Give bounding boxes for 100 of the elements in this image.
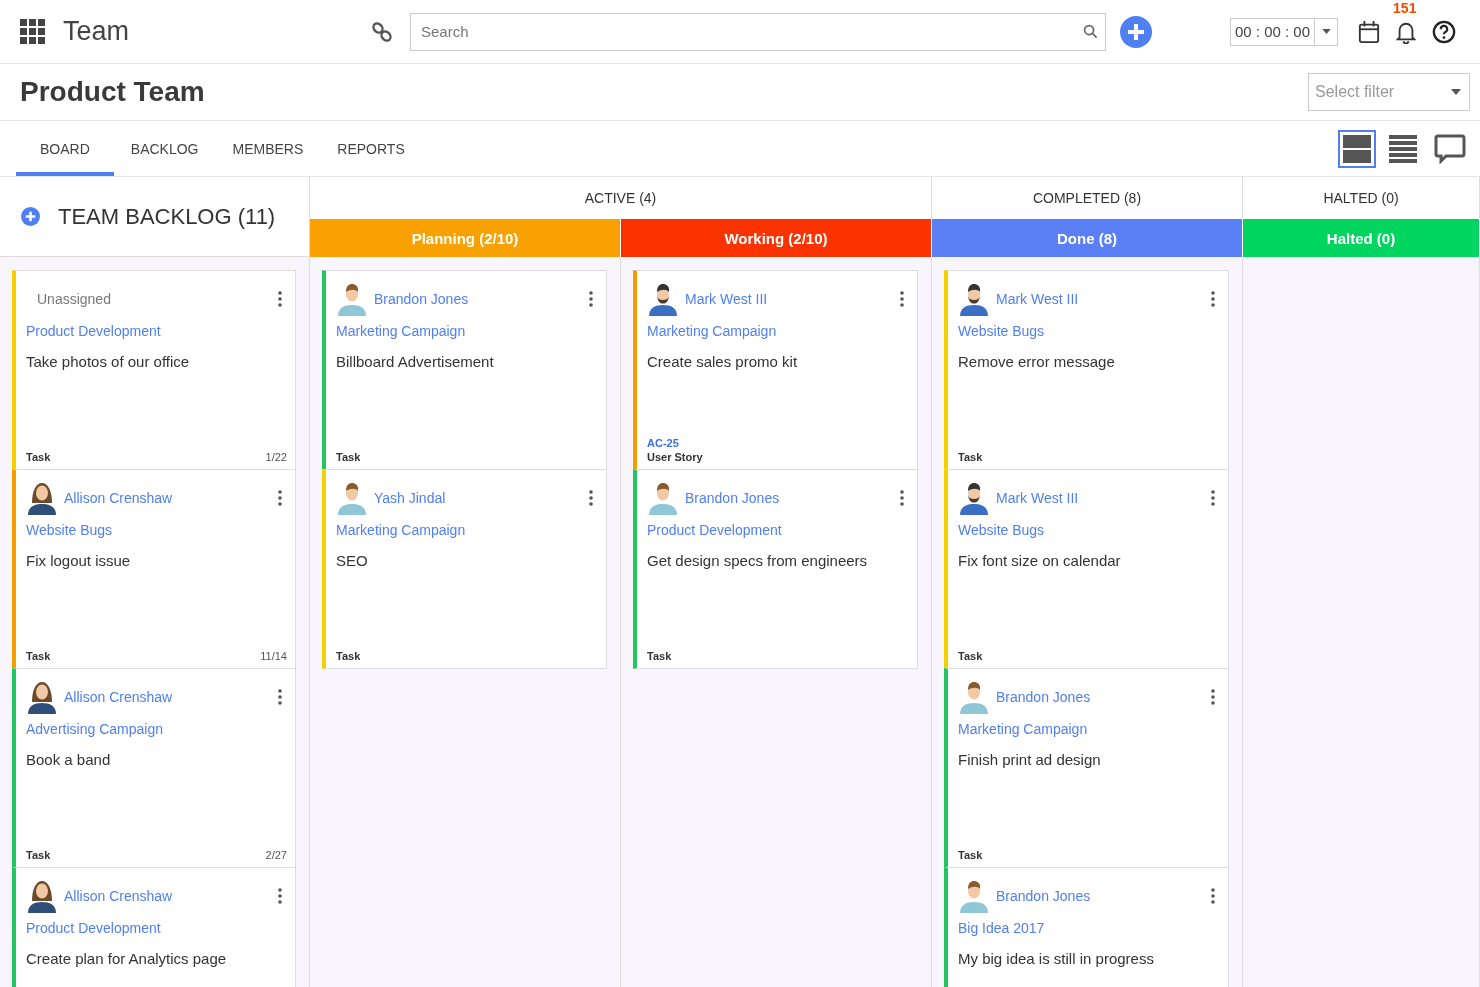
task-card[interactable]: Brandon Jones Marketing Campaign Finish print ad design Task [944,668,1229,868]
link-icon[interactable] [371,20,393,43]
ticket-id[interactable]: AC-25 [647,437,679,449]
project-link[interactable]: Product Development [26,920,161,936]
caret-icon[interactable] [1451,89,1461,95]
tab[interactable]: BACKLOG [113,121,216,176]
project-link[interactable]: Marketing Campaign [336,522,466,538]
card-count: 2/27 [265,849,287,861]
timer-field[interactable]: 00 : 00 : 00 [1230,17,1339,46]
project-link[interactable]: Website Bugs [958,323,1045,339]
avatar-icon [647,282,679,316]
assignee-name[interactable]: Allison Crenshaw [64,888,272,904]
task-card[interactable]: Mark West III Website Bugs Remove error message Task [944,270,1229,470]
task-card[interactable]: Mark West III Marketing Campaign Create sales promo kit AC-25 User Story [633,270,918,470]
more-icon[interactable] [278,689,282,705]
assignee-name[interactable]: Mark West III [996,291,1205,307]
app-grid-icon[interactable] [20,18,46,45]
task-card[interactable]: Allison Crenshaw Product Development Create plan for Analytics page [12,867,296,987]
lane-header: Planning (2/10) [310,219,621,257]
board-view-button[interactable] [1338,129,1376,168]
more-icon[interactable] [1211,689,1215,705]
tab[interactable]: BOARD [16,121,114,176]
card-title: Create sales promo kit [647,353,799,370]
tab[interactable]: MEMBERS [215,121,321,176]
card-type: Task [336,650,361,662]
avatar-icon [958,879,990,913]
project-link[interactable]: Website Bugs [958,522,1045,538]
more-icon[interactable] [589,490,593,506]
card-title: Create plan for Analytics page [26,950,228,967]
page-title: Product Team [20,76,205,108]
avatar-icon [647,481,679,515]
assignee-name[interactable]: Yash Jindal [374,490,583,506]
avatar-icon [26,879,58,913]
calendar-icon[interactable] [1358,19,1381,44]
project-link[interactable]: Marketing Campaign [958,721,1088,737]
search-field[interactable]: Search [410,12,1106,51]
help-icon[interactable] [1432,19,1457,44]
task-card[interactable]: Mark West III Website Bugs Fix font size on calendar Task [944,469,1229,669]
card-title: Billboard Advertisement [336,353,495,370]
card-type: Task [26,650,51,662]
more-icon[interactable] [278,490,282,506]
task-card[interactable]: Brandon Jones Product Development Get design specs from engineers Task [633,469,918,669]
card-title: Get design specs from engineers [647,552,869,569]
project-link[interactable]: Product Development [26,323,161,339]
assignee-name[interactable]: Brandon Jones [996,689,1205,705]
group-label: HALTED (0) [1323,190,1399,206]
project-link[interactable]: Big Idea 2017 [958,920,1045,936]
card-title: SEO [336,552,369,569]
app-title: Team [63,16,131,47]
avatar-icon [336,282,368,316]
assignee-name[interactable]: Unassigned [26,291,272,307]
assignee-name[interactable]: Mark West III [685,291,894,307]
card-title: Remove error message [958,353,1116,370]
project-link[interactable]: Advertising Campaign [26,721,163,737]
project-link[interactable]: Marketing Campaign [647,323,777,339]
more-icon[interactable] [1211,291,1215,307]
assignee-name[interactable]: Brandon Jones [374,291,583,307]
more-icon[interactable] [589,291,593,307]
lane-header: Done (8) [932,219,1243,257]
more-icon[interactable] [1211,490,1215,506]
caret-icon[interactable] [1321,29,1331,34]
card-title: Finish print ad design [958,751,1102,768]
add-button[interactable] [1120,15,1152,48]
task-card[interactable]: Yash Jindal Marketing Campaign SEO Task [322,469,607,669]
assignee-name[interactable]: Brandon Jones [996,888,1205,904]
task-card[interactable]: Allison Crenshaw Website Bugs Fix logout issue Task 11/14 [12,469,296,669]
more-icon[interactable] [900,490,904,506]
backlog-title: TEAM BACKLOG (11) [58,203,276,230]
tab[interactable]: REPORTS [320,121,422,176]
task-card[interactable]: Brandon Jones Big Idea 2017 My big idea is still in progress [944,867,1229,987]
assignee-name[interactable]: Allison Crenshaw [64,490,272,506]
filter-dropdown[interactable]: Select filter [1308,73,1470,111]
card-type: Task [647,650,672,662]
more-icon[interactable] [1211,888,1215,904]
project-link[interactable]: Marketing Campaign [336,323,466,339]
more-icon[interactable] [900,291,904,307]
card-title: My big idea is still in progress [958,950,1155,967]
card-type: Task [26,849,51,861]
task-card[interactable]: Brandon Jones Marketing Campaign Billboard Advertisement Task [322,270,607,470]
notification-count: 151 [1393,0,1417,16]
assignee-name[interactable]: Brandon Jones [685,490,894,506]
card-count: 11/14 [260,650,287,662]
card-title: Fix logout issue [26,552,132,569]
task-card[interactable]: Unassigned Product Development Take photos of our office Task 1/22 [12,270,296,470]
task-card[interactable]: Allison Crenshaw Advertising Campaign Book a band Task 2/27 [12,668,296,868]
project-link[interactable]: Website Bugs [26,522,113,538]
avatar-icon [958,282,990,316]
card-title: Take photos of our office [26,353,191,370]
project-link[interactable]: Product Development [647,522,782,538]
more-icon[interactable] [278,888,282,904]
lane-header: Working (2/10) [621,219,932,257]
search-icon[interactable] [1083,23,1098,39]
avatar-icon [958,680,990,714]
add-icon[interactable] [21,207,40,226]
avatar-icon [336,481,368,515]
more-icon[interactable] [278,291,282,307]
avatar-icon [26,680,58,714]
assignee-name[interactable]: Mark West III [996,490,1205,506]
assignee-name[interactable]: Allison Crenshaw [64,689,272,705]
group-label: COMPLETED (8) [1032,190,1142,206]
